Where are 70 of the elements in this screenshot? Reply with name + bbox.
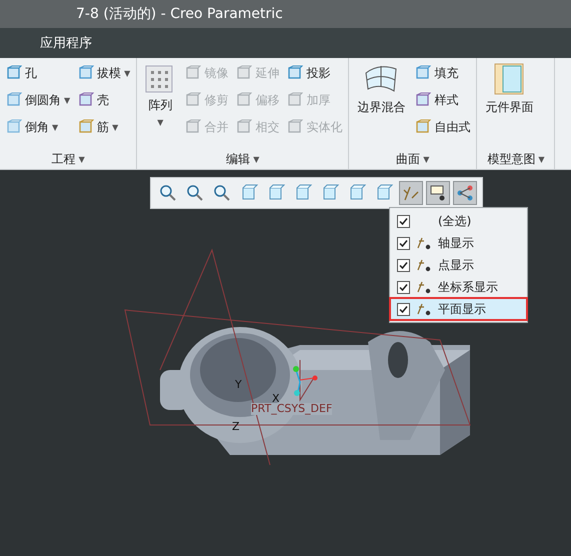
view-tool-icon — [213, 184, 231, 202]
ribbon-button[interactable]: 壳 — [76, 88, 132, 112]
checkbox[interactable] — [397, 236, 410, 250]
feature-icon — [236, 92, 252, 108]
puzzle-icon — [494, 63, 524, 95]
ribbon-button[interactable]: 投影 — [285, 61, 344, 85]
feature-icon — [415, 92, 432, 108]
view-tool-icon — [321, 184, 339, 202]
checkbox[interactable] — [397, 302, 410, 316]
view-tool-icon — [402, 184, 420, 202]
feature-icon — [6, 92, 22, 108]
group-label[interactable]: 工程 ▼ — [4, 149, 132, 169]
axis-label: Y — [235, 378, 242, 391]
datum-icon — [416, 236, 432, 250]
large-ribbon-button[interactable]: 边界混合 — [353, 61, 410, 149]
datum-icon — [416, 302, 432, 316]
feature-icon — [185, 119, 202, 135]
feature-icon — [78, 92, 94, 108]
ribbon-button[interactable]: 孔 — [4, 61, 72, 85]
feature-icon — [236, 119, 252, 135]
checkbox[interactable] — [397, 280, 410, 294]
ribbon-button[interactable]: 筋 ▼ — [76, 115, 132, 139]
feature-icon — [78, 119, 94, 135]
csys-label: PRT_CSYS_DEF — [251, 403, 332, 415]
view-tool-icon — [456, 184, 474, 202]
grid-pattern-icon — [145, 63, 176, 93]
feature-icon — [287, 92, 304, 108]
window-title: 7-8 (活动的) - Creo Parametric — [0, 0, 571, 28]
feature-icon — [6, 119, 22, 135]
view-tool-icon — [159, 184, 177, 202]
menu-item[interactable]: (全选) — [390, 210, 527, 232]
ribbon-button[interactable]: 拔模 ▼ — [76, 61, 132, 85]
view-tool-icon — [294, 184, 312, 202]
checkbox[interactable] — [397, 258, 410, 272]
feature-icon — [6, 65, 22, 81]
view-tool-icon — [375, 184, 393, 202]
menu-item[interactable]: 轴显示 — [390, 232, 527, 254]
ribbon-button[interactable]: 样式 — [413, 88, 472, 112]
large-ribbon-button[interactable]: 阵列 ▼ — [141, 61, 180, 149]
ribbon-button[interactable]: 填充 — [413, 61, 472, 85]
view-tool-icon — [240, 184, 258, 202]
feature-icon — [185, 92, 202, 108]
coordinate-system-drawing — [293, 366, 318, 396]
ribbon-button[interactable]: 倒圆角 ▼ — [4, 88, 72, 112]
datum-icon — [416, 258, 432, 272]
feature-icon — [415, 65, 432, 81]
feature-icon — [287, 65, 304, 81]
view-tool-icon — [186, 184, 204, 202]
feature-icon — [415, 119, 432, 135]
view-tool-icon — [429, 184, 447, 202]
checkbox[interactable] — [397, 214, 410, 228]
menu-item[interactable]: 平面显示 — [390, 298, 527, 320]
ribbon-button[interactable]: 自由式 — [413, 115, 472, 139]
datum-icon — [416, 280, 432, 294]
feature-icon — [287, 119, 304, 135]
large-ribbon-button[interactable]: 元件界面 — [481, 61, 538, 149]
view-tool-icon — [348, 184, 366, 202]
feature-icon — [236, 65, 252, 81]
feature-icon — [78, 65, 94, 81]
menu-item[interactable]: 点显示 — [390, 254, 527, 276]
axis-label: X — [272, 392, 280, 405]
group-label[interactable]: 曲面 ▼ — [353, 149, 472, 169]
toolbar-button[interactable] — [426, 181, 450, 205]
feature-icon — [185, 65, 202, 81]
view-tool-icon — [267, 184, 285, 202]
menu-item[interactable]: 坐标系显示 — [390, 276, 527, 298]
group-label[interactable]: 模型意图 ▼ — [481, 149, 550, 169]
ribbon-button[interactable]: 倒角 ▼ — [4, 115, 72, 139]
group-label[interactable]: 编辑 ▼ — [141, 149, 344, 169]
menu-tab[interactable]: 应用程序 — [32, 32, 100, 54]
